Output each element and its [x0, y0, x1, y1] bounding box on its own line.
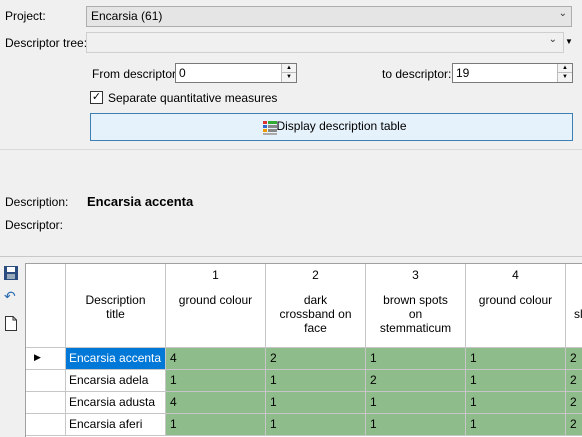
column-header-label: ground colour — [178, 293, 253, 307]
display-description-table-button[interactable]: Display description table — [90, 113, 573, 141]
column-header-3[interactable]: 3 brown spots on stemmaticum — [366, 264, 466, 348]
from-descriptor-stepper[interactable]: 0 ▲ ▼ — [175, 63, 297, 83]
table-cell[interactable]: 4 — [166, 348, 266, 370]
column-header-4[interactable]: 4 ground colour — [466, 264, 566, 348]
column-number: 3 — [412, 268, 419, 282]
table-cell-title[interactable]: Encarsia adela — [66, 370, 166, 392]
column-number: 1 — [212, 268, 219, 282]
display-button-label: Display description table — [276, 119, 407, 133]
table-cell[interactable]: 1 — [466, 348, 566, 370]
column-header-label: brown spots — [383, 293, 448, 307]
chevron-down-icon: ⌄ — [548, 34, 557, 45]
description-label: Description: — [5, 195, 69, 209]
column-header-title[interactable]: Description title — [66, 264, 166, 348]
save-icon[interactable] — [4, 266, 20, 282]
table-cell[interactable]: 1 — [366, 348, 466, 370]
table-cell[interactable]: 2 — [566, 414, 582, 436]
separate-measures-label: Separate quantitative measures — [108, 91, 278, 105]
column-number: 2 — [312, 268, 319, 282]
column-header-2[interactable]: 2 dark crossband on face — [266, 264, 366, 348]
description-value: Encarsia accenta — [87, 194, 194, 209]
row-header[interactable] — [26, 370, 66, 392]
to-descriptor-value: 19 — [456, 66, 470, 80]
to-descriptor-stepper[interactable]: 19 ▲ ▼ — [452, 63, 573, 83]
column-header-title-line: Description — [85, 293, 146, 307]
table-cell[interactable]: 1 — [266, 414, 366, 436]
descriptor-tree-label: Descriptor tree: — [5, 36, 88, 50]
row-header[interactable] — [26, 414, 66, 436]
table-cell[interactable]: 1 — [466, 392, 566, 414]
table-cell[interactable]: 1 — [466, 414, 566, 436]
table-cell[interactable]: 2 — [566, 370, 582, 392]
column-header-label: sl — [574, 307, 582, 321]
spin-down-icon[interactable]: ▼ — [558, 73, 572, 82]
column-header-5[interactable]: sl — [566, 264, 582, 348]
column-header-1[interactable]: 1 ground colour — [166, 264, 266, 348]
undo-icon[interactable]: ↶ — [4, 289, 20, 305]
new-document-icon[interactable] — [5, 316, 21, 332]
table-cell[interactable]: 2 — [566, 392, 582, 414]
description-table[interactable]: Description title 1 ground colour 2 dark… — [25, 263, 582, 437]
separate-measures-checkbox[interactable]: ✓ — [90, 91, 103, 104]
spin-up-icon[interactable]: ▲ — [282, 64, 296, 73]
table-cell[interactable]: 1 — [366, 392, 466, 414]
project-select-value: Encarsia (61) — [91, 9, 163, 23]
column-header-title-line: title — [106, 307, 125, 321]
to-descriptor-label: to descriptor: — [382, 67, 452, 81]
table-cell-title[interactable]: Encarsia adusta — [66, 392, 166, 414]
from-descriptor-label: From descriptor: — [92, 67, 180, 81]
table-cell[interactable]: 1 — [266, 370, 366, 392]
descriptor-label: Descriptor: — [5, 218, 64, 232]
column-header-label: crossband on — [279, 307, 352, 321]
from-descriptor-value: 0 — [179, 66, 186, 80]
table-icon — [263, 121, 277, 135]
table-cell[interactable]: 1 — [266, 392, 366, 414]
table-cell[interactable]: 1 — [166, 370, 266, 392]
spin-up-icon[interactable]: ▲ — [558, 64, 572, 73]
column-header-label: ground colour — [478, 293, 553, 307]
table-cell[interactable]: 1 — [466, 370, 566, 392]
table-corner — [26, 264, 66, 348]
table-cell[interactable]: 1 — [166, 414, 266, 436]
table-cell[interactable]: 2 — [566, 348, 582, 370]
dropdown-caret-icon[interactable]: ▼ — [565, 37, 573, 46]
project-label: Project: — [5, 9, 46, 23]
row-header[interactable]: ▶ — [26, 348, 66, 370]
table-cell[interactable]: 2 — [366, 370, 466, 392]
column-header-label: face — [304, 321, 327, 335]
column-header-label: on — [408, 307, 423, 321]
column-number: 4 — [512, 268, 519, 282]
table-cell[interactable]: 1 — [366, 414, 466, 436]
divider — [0, 149, 582, 150]
column-header-label: stemmaticum — [379, 321, 452, 335]
divider — [0, 256, 582, 257]
table-cell[interactable]: 2 — [266, 348, 366, 370]
column-header-label: dark — [303, 293, 328, 307]
chevron-down-icon: ⌄ — [558, 8, 567, 19]
table-cell-title[interactable]: Encarsia accenta — [66, 348, 166, 370]
descriptor-tree-select[interactable]: ⌄ — [86, 32, 564, 53]
spin-down-icon[interactable]: ▼ — [282, 73, 296, 82]
row-header[interactable] — [26, 392, 66, 414]
project-select[interactable]: Encarsia (61) ⌄ — [86, 6, 572, 27]
checkmark-icon: ✓ — [91, 91, 102, 103]
current-row-arrow-icon: ▶ — [34, 352, 41, 362]
table-cell-title[interactable]: Encarsia aferi — [66, 414, 166, 436]
table-cell[interactable]: 4 — [166, 392, 266, 414]
